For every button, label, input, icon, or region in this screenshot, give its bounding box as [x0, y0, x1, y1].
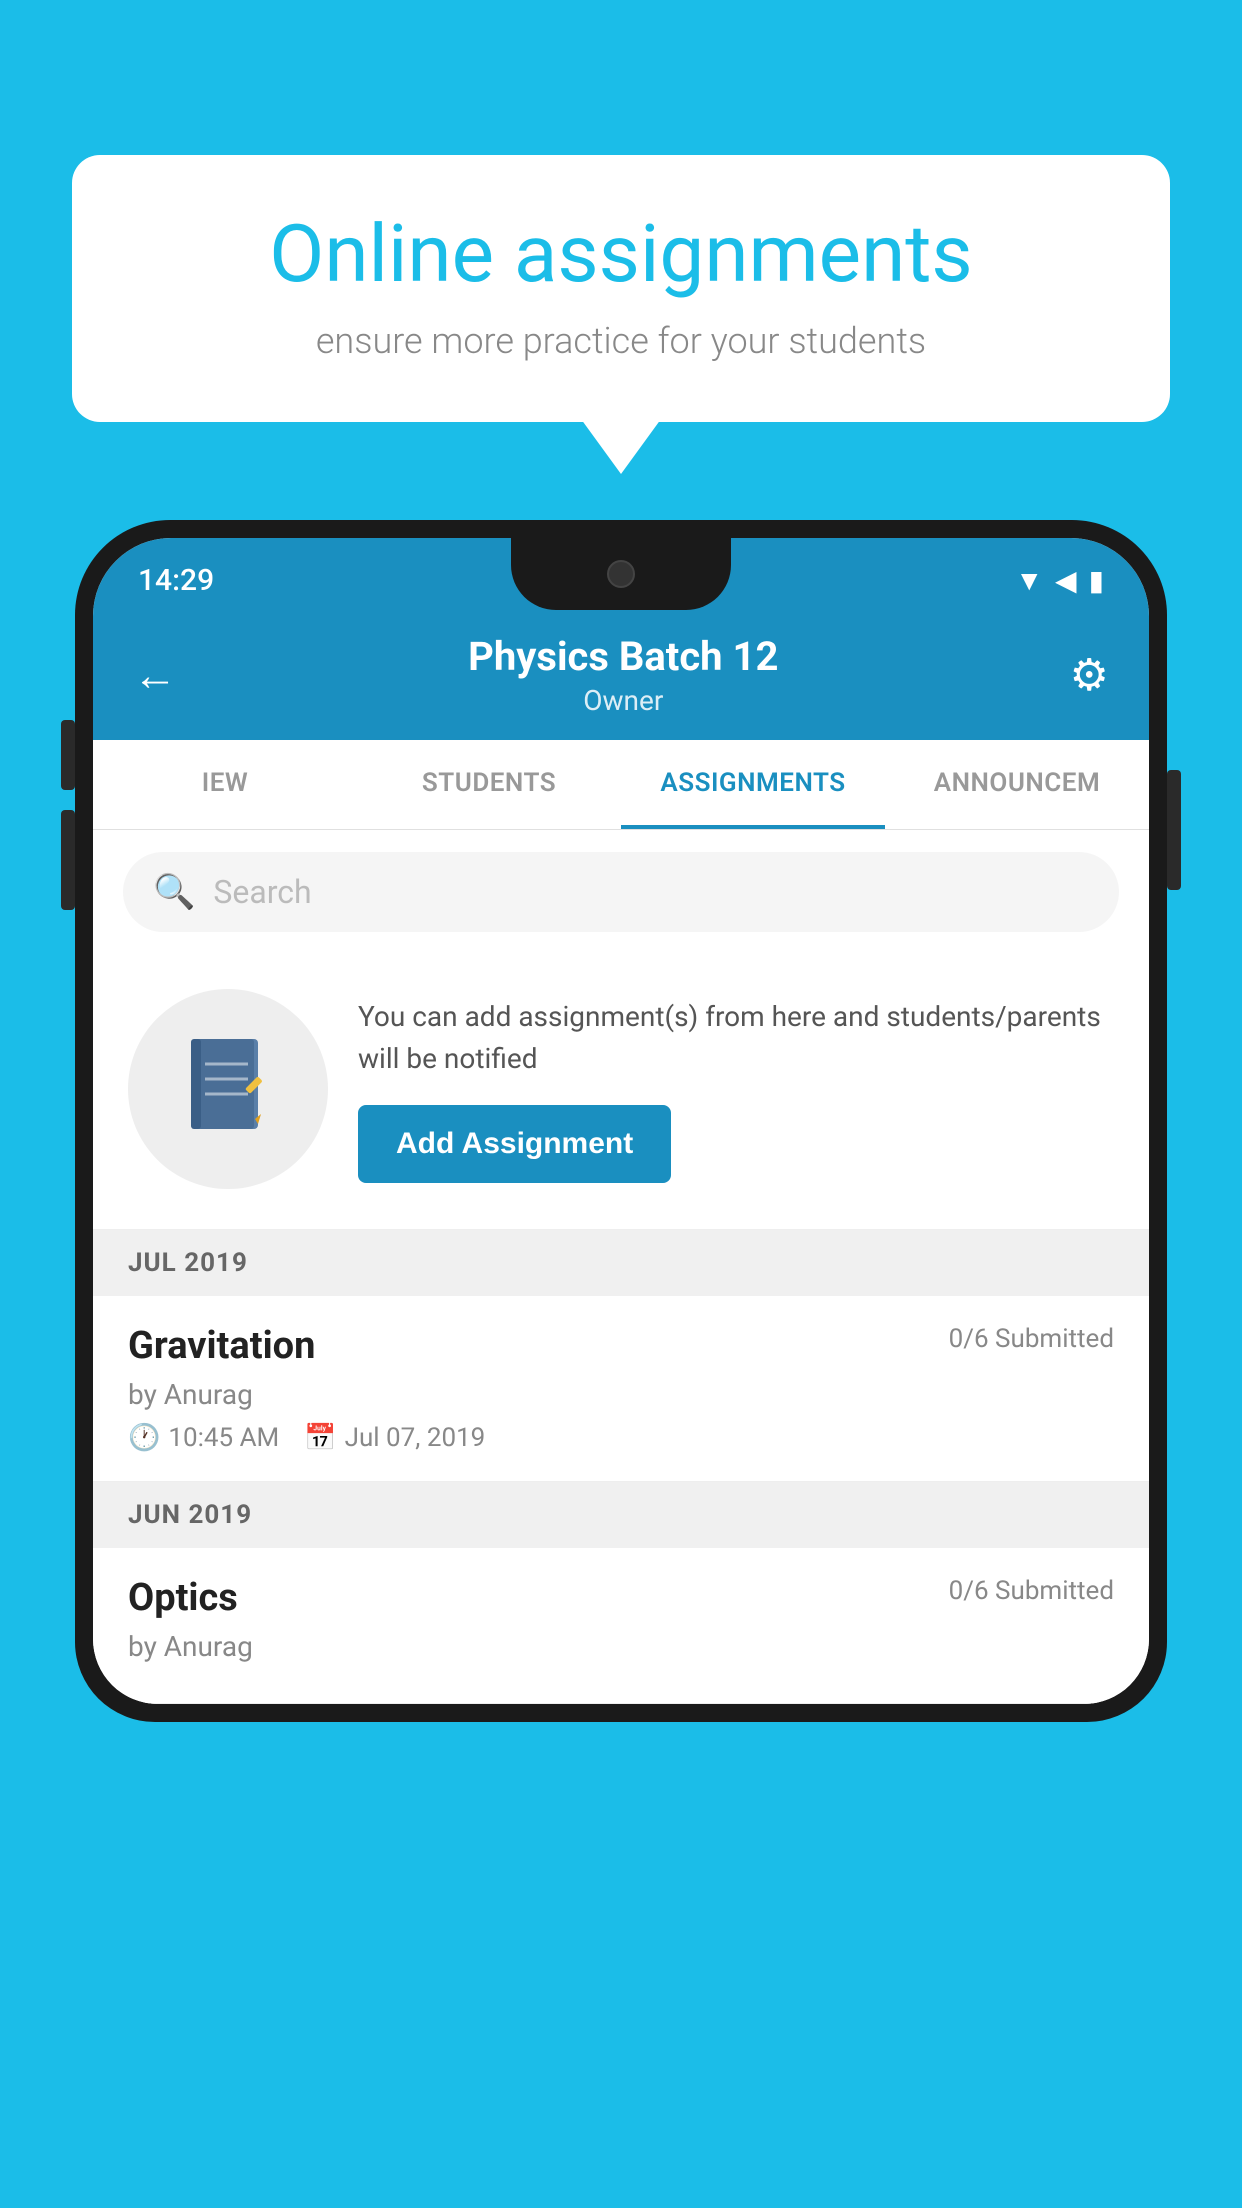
- assignment-optics-author: by Anurag: [128, 1630, 1114, 1663]
- volume-up-button: [61, 720, 75, 790]
- phone-outer: 14:29 ▼ ◀ ▮ ← Physics Batch 12 Owner ⚙: [75, 520, 1167, 1722]
- notebook-svg-icon: [183, 1034, 273, 1144]
- add-assignment-button[interactable]: Add Assignment: [358, 1105, 671, 1183]
- speech-bubble: Online assignments ensure more practice …: [72, 155, 1170, 422]
- header-title-group: Physics Batch 12 Owner: [468, 633, 778, 717]
- search-placeholder: Search: [213, 873, 311, 911]
- assignment-title: Gravitation: [128, 1324, 315, 1368]
- promo-icon-circle: [128, 989, 328, 1189]
- calendar-icon: 📅: [304, 1423, 336, 1453]
- search-box[interactable]: 🔍 Search: [123, 852, 1119, 932]
- clock-icon: 🕐: [128, 1423, 160, 1453]
- assignment-optics-title: Optics: [128, 1576, 238, 1620]
- search-icon: 🔍: [153, 872, 195, 912]
- promo-text: You can add assignment(s) from here and …: [358, 996, 1114, 1080]
- search-container: 🔍 Search: [93, 830, 1149, 954]
- tab-overview[interactable]: IEW: [93, 740, 357, 829]
- tab-announcements[interactable]: ANNOUNCEM: [885, 740, 1149, 829]
- header-subtitle: Owner: [468, 684, 778, 717]
- battery-icon: ▮: [1089, 564, 1104, 597]
- assignment-submitted-count: 0/6 Submitted: [949, 1324, 1114, 1354]
- assignment-date: 📅 Jul 07, 2019: [304, 1423, 485, 1453]
- add-assignment-promo: You can add assignment(s) from here and …: [93, 954, 1149, 1230]
- assignment-optics-submitted: 0/6 Submitted: [949, 1576, 1114, 1606]
- app-header: ← Physics Batch 12 Owner ⚙: [93, 610, 1149, 740]
- assignment-author: by Anurag: [128, 1378, 1114, 1411]
- bubble-title: Online assignments: [132, 210, 1110, 298]
- assignment-meta: 🕐 10:45 AM 📅 Jul 07, 2019: [128, 1423, 1114, 1453]
- phone-mockup: 14:29 ▼ ◀ ▮ ← Physics Batch 12 Owner ⚙: [75, 520, 1167, 2208]
- assignment-optics-row-top: Optics 0/6 Submitted: [128, 1576, 1114, 1620]
- back-button[interactable]: ←: [133, 649, 177, 701]
- settings-icon[interactable]: ⚙: [1070, 649, 1109, 701]
- promo-content: You can add assignment(s) from here and …: [358, 996, 1114, 1183]
- front-camera: [607, 560, 635, 588]
- wifi-icon: ▼: [1015, 564, 1043, 597]
- bubble-subtitle: ensure more practice for your students: [132, 320, 1110, 362]
- status-icons: ▼ ◀ ▮: [1015, 564, 1104, 597]
- section-jun-2019: JUN 2019: [93, 1482, 1149, 1548]
- phone-screen: 14:29 ▼ ◀ ▮ ← Physics Batch 12 Owner ⚙: [93, 538, 1149, 1704]
- assignment-time: 🕐 10:45 AM: [128, 1423, 279, 1453]
- status-time: 14:29: [138, 563, 214, 598]
- tab-students[interactable]: STUDENTS: [357, 740, 621, 829]
- tab-assignments[interactable]: ASSIGNMENTS: [621, 740, 885, 829]
- signal-icon: ◀: [1055, 564, 1077, 597]
- volume-down-button: [61, 810, 75, 910]
- power-button: [1167, 770, 1181, 890]
- assignment-gravitation[interactable]: Gravitation 0/6 Submitted by Anurag 🕐 10…: [93, 1296, 1149, 1482]
- assignment-row-top: Gravitation 0/6 Submitted: [128, 1324, 1114, 1368]
- section-jul-2019: JUL 2019: [93, 1230, 1149, 1296]
- speech-bubble-container: Online assignments ensure more practice …: [72, 155, 1170, 422]
- tabs-bar: IEW STUDENTS ASSIGNMENTS ANNOUNCEM: [93, 740, 1149, 830]
- assignment-date-value: Jul 07, 2019: [345, 1423, 486, 1453]
- header-title: Physics Batch 12: [468, 633, 778, 680]
- phone-notch: [511, 538, 731, 610]
- assignment-time-value: 10:45 AM: [168, 1423, 279, 1453]
- assignment-optics[interactable]: Optics 0/6 Submitted by Anurag: [93, 1548, 1149, 1704]
